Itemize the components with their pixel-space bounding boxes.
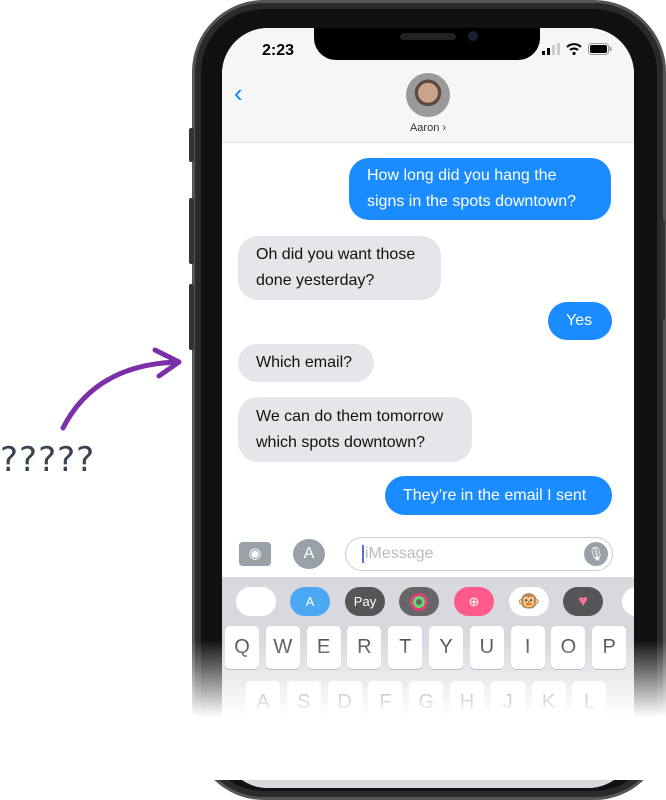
message-sent: Yes	[548, 302, 612, 340]
volume-up-button	[189, 198, 194, 264]
message-received: Oh did you want those done yesterday?	[238, 236, 441, 300]
message-sent: They’re in the email I sent	[385, 476, 612, 515]
app-store-icon[interactable]: A	[293, 539, 325, 569]
microphone-icon[interactable]: 🎙	[584, 542, 608, 566]
message-sent: How long did you hang the signs in the s…	[349, 158, 611, 220]
bottom-fade	[0, 640, 666, 780]
notch	[314, 28, 540, 60]
message-received: We can do them tomorrow which spots down…	[238, 397, 472, 462]
compose-bar: ◉ A iMessage 🎙	[222, 533, 634, 577]
activity-app-icon[interactable]	[399, 587, 439, 616]
signal-icon	[542, 43, 560, 55]
more-app-icon[interactable]	[622, 587, 634, 616]
apple-pay-app-icon[interactable]: Pay	[345, 587, 385, 616]
battery-icon	[588, 43, 612, 55]
camera-icon[interactable]: ◉	[239, 542, 271, 566]
arrow-annotation	[60, 347, 182, 431]
conversation-header: 2:23 ‹ Aaron ›	[222, 28, 634, 143]
question-marks-annotation: ?????	[0, 440, 96, 480]
animoji-app-icon[interactable]: 🐵	[509, 587, 549, 616]
app-store-app-icon[interactable]: A	[290, 587, 330, 616]
contact-name[interactable]: Aaron ›	[222, 122, 634, 134]
message-received: Which email?	[238, 344, 374, 382]
web-search-app-icon[interactable]: ⊕	[454, 587, 494, 616]
wifi-icon	[566, 43, 582, 55]
status-icons	[542, 43, 612, 55]
mute-switch	[189, 128, 194, 162]
message-input[interactable]: iMessage 🎙	[345, 537, 613, 571]
photos-app-icon[interactable]: ✿	[236, 587, 276, 616]
digital-touch-app-icon[interactable]: ♥	[563, 587, 603, 616]
avatar[interactable]	[406, 73, 450, 117]
status-time: 2:23	[262, 42, 295, 59]
back-chevron-icon[interactable]: ‹	[234, 78, 243, 109]
speaker	[400, 33, 456, 40]
camera-dot	[468, 31, 478, 41]
power-button	[660, 220, 665, 320]
